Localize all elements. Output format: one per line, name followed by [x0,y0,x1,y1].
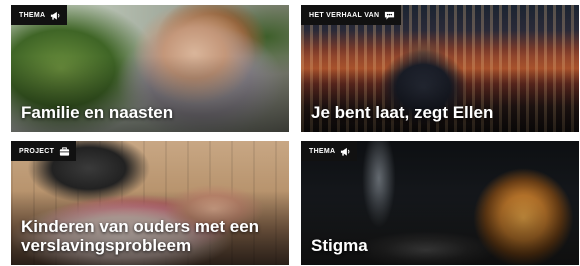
card-je-bent-laat[interactable]: HET VERHAAL VAN Je bent laat, zegt Ellen [301,5,579,132]
speech-bubble-icon [384,10,395,21]
tag-label: HET VERHAAL VAN [309,11,380,19]
megaphone-icon [340,146,351,157]
category-tag: HET VERHAAL VAN [301,5,402,25]
category-tag: THEMA [301,141,358,161]
card-title: Kinderen van ouders met een verslavingsp… [21,217,260,255]
card-title: Familie en naasten [21,103,174,122]
tag-label: PROJECT [19,147,55,155]
card-title: Stigma [311,236,368,255]
card-title: Je bent laat, zegt Ellen [311,103,494,122]
megaphone-icon [50,10,61,21]
card-familie-en-naasten[interactable]: THEMA Familie en naasten [11,5,289,132]
tag-label: THEMA [309,147,336,155]
card-stigma[interactable]: THEMA Stigma [301,141,579,265]
category-tag: PROJECT [11,141,77,161]
briefcase-icon [59,146,70,157]
category-tag: THEMA [11,5,68,25]
card-kinderen-van-ouders[interactable]: PROJECT Kinderen van ouders met een vers… [11,141,289,265]
tag-label: THEMA [19,11,46,19]
